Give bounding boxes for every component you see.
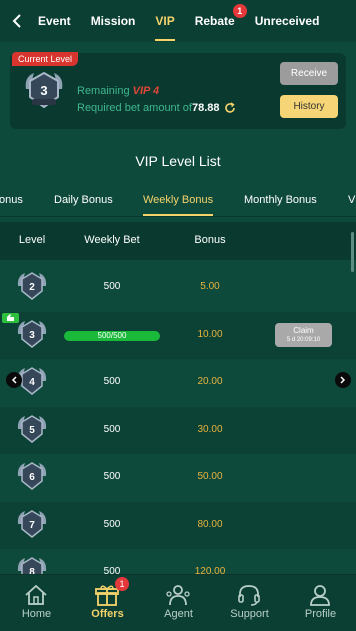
table-row: 7 500 80.00 <box>0 501 356 549</box>
tab-vip[interactable]: VIP <box>145 0 184 42</box>
tab-monthly-bonus[interactable]: Monthly Bonus <box>244 185 317 215</box>
table-header: Level Weekly Bet Bonus <box>0 222 356 260</box>
level-badge-icon: 2 <box>17 272 47 300</box>
nav-offers[interactable]: 1 Offers <box>72 575 143 631</box>
chevron-left-icon <box>11 376 17 384</box>
claim-countdown: 5 d 20:09:10 <box>286 336 321 343</box>
nav-profile[interactable]: Profile <box>285 575 356 631</box>
current-level-card: Current Level 3 Remaining VIP 4 Required… <box>10 52 346 129</box>
tab-unreceived[interactable]: Unreceived <box>245 0 320 42</box>
level-badge-icon: 7 <box>17 509 47 538</box>
level-badge-icon: 5 <box>17 414 47 443</box>
table-row: 6 500 50.00 <box>0 454 356 502</box>
weekly-bet-value: 500 <box>103 376 121 387</box>
bonus-value: 80.00 <box>197 518 223 530</box>
top-nav: Event Mission VIP Rebate 1 Unreceived <box>0 0 356 42</box>
home-icon <box>25 584 47 605</box>
tab-mission[interactable]: Mission <box>81 0 146 42</box>
table-row: 8 500 120.00 <box>0 549 356 574</box>
offers-badge: 1 <box>115 577 129 591</box>
back-button[interactable] <box>0 0 34 42</box>
tab-weekly-bonus[interactable]: Weekly Bonus <box>143 185 214 216</box>
tab-upgrade-bonus[interactable]: onus <box>0 185 23 215</box>
bonus-value: 10.00 <box>197 328 223 340</box>
level-badge-icon: 3 <box>17 319 47 348</box>
svg-text:3: 3 <box>40 83 47 98</box>
level-badge-icon: 6 <box>17 462 47 490</box>
history-button[interactable]: History <box>280 95 338 118</box>
table-row: 4 500 20.00 <box>0 359 356 407</box>
tab-event[interactable]: Event <box>34 0 81 42</box>
svg-text:4: 4 <box>29 377 35 388</box>
table-row: 2 500 5.00 <box>0 264 356 312</box>
weekly-bet-value: 500 <box>103 281 121 292</box>
column-level: Level <box>18 234 46 246</box>
table-row-current: 3 500/500 10.00 Claim 5 d 20:09:10 <box>0 311 356 359</box>
vip-level-badge-icon: 3 <box>25 71 63 109</box>
table-row: 5 500 30.00 <box>0 406 356 454</box>
remaining-text: Remaining VIP 4 <box>77 85 160 97</box>
svg-text:7: 7 <box>29 520 35 531</box>
agent-icon <box>166 585 190 606</box>
svg-text:2: 2 <box>29 282 35 293</box>
bonus-value: 120.00 <box>194 566 226 574</box>
column-bonus: Bonus <box>194 234 226 246</box>
chevron-left-icon <box>12 14 21 28</box>
weekly-bet-value: 500 <box>103 518 121 530</box>
headset-icon <box>238 585 260 606</box>
nav-agent[interactable]: Agent <box>143 575 214 631</box>
tab-rebate[interactable]: Rebate 1 <box>185 0 247 42</box>
tab-daily-bonus[interactable]: Daily Bonus <box>54 185 113 215</box>
bonus-value: 20.00 <box>197 376 223 387</box>
bonus-value: 5.00 <box>200 281 220 292</box>
refresh-icon[interactable] <box>224 102 236 114</box>
prev-arrow-button[interactable] <box>6 372 22 388</box>
vip-level-list-title: VIP Level List <box>135 153 221 169</box>
svg-text:3: 3 <box>29 330 35 341</box>
required-bet-amount: 78.88 <box>191 102 220 114</box>
weekly-bet-value: 500 <box>103 566 121 574</box>
column-weekly-bet: Weekly Bet <box>84 234 140 246</box>
current-level-tag: Current Level <box>12 52 79 66</box>
svg-text:5: 5 <box>29 425 35 436</box>
svg-text:6: 6 <box>29 472 35 483</box>
bonus-value: 50.00 <box>197 471 223 482</box>
level-badge-icon: 8 <box>17 557 47 574</box>
nav-home[interactable]: Home <box>1 575 72 631</box>
bottom-nav: Home 1 Offers Agent Support Profile <box>0 574 356 631</box>
profile-icon <box>310 585 330 606</box>
svg-text:8: 8 <box>29 567 35 574</box>
claim-button[interactable]: Claim 5 d 20:09:10 <box>275 322 332 347</box>
bonus-value: 30.00 <box>197 423 223 435</box>
chevron-right-icon <box>340 376 346 384</box>
receive-button[interactable]: Receive <box>280 62 338 85</box>
nav-support[interactable]: Support <box>214 575 285 631</box>
weekly-bet-value: 500 <box>103 423 121 435</box>
tab-next-bonus[interactable]: V <box>348 185 355 215</box>
next-vip-level: VIP 4 <box>132 85 160 97</box>
weekly-bet-value: 500 <box>103 471 121 482</box>
next-arrow-button[interactable] <box>335 372 351 388</box>
bet-progress-bar: 500/500 <box>64 330 160 341</box>
vip-level-table: 2 500 5.00 3 500/500 10.00 Claim 5 d 20:… <box>0 264 356 574</box>
bonus-tabs: onus Daily Bonus Weekly Bonus Monthly Bo… <box>0 185 356 217</box>
required-bet-text: Required bet amount of78.88 <box>77 102 236 114</box>
